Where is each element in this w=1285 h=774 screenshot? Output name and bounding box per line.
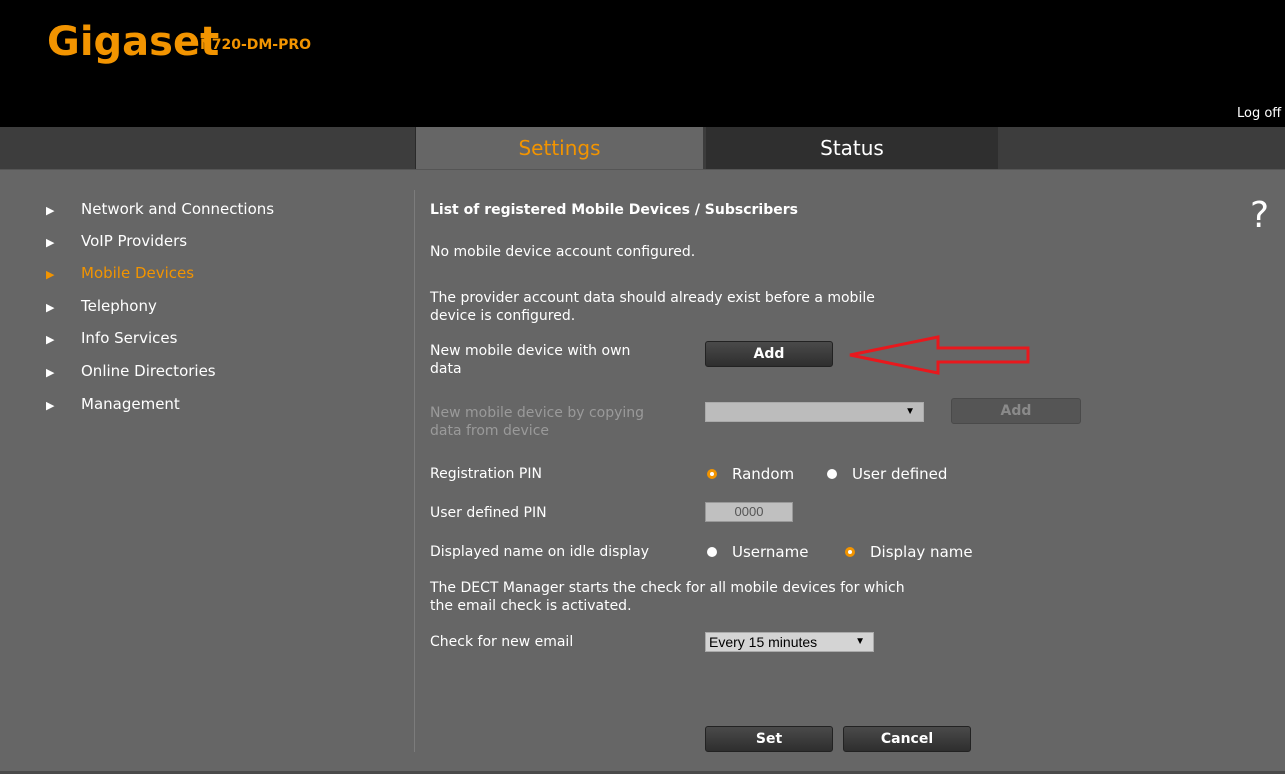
tab-settings[interactable]: Settings	[416, 127, 703, 169]
radio-display-name[interactable]	[845, 547, 855, 557]
email-check-label: Check for new email	[430, 634, 574, 650]
provider-note-line2: device is configured.	[430, 308, 576, 324]
radio-random-label[interactable]: Random	[732, 465, 794, 483]
sidebar-item-label: Info Services	[81, 329, 178, 347]
logoff-link[interactable]: Log off	[1237, 106, 1281, 121]
add-own-button[interactable]: Add	[705, 341, 833, 367]
sidebar-item-label: Network and Connections	[81, 200, 275, 218]
brand-logo: Gigaset	[47, 19, 220, 65]
sidebar-item-label: Online Directories	[81, 362, 216, 380]
tab-bar-spacer-left	[0, 127, 416, 169]
email-note-line2: the email check is activated.	[430, 598, 632, 614]
sidebar-item-management[interactable]: ▶ Management	[46, 395, 180, 413]
tab-bar: Settings Status	[0, 127, 1285, 170]
sidebar-item-label: Mobile Devices	[81, 264, 195, 282]
triangle-right-icon: ▶	[46, 268, 55, 281]
email-note-line1: The DECT Manager starts the check for al…	[430, 580, 905, 596]
triangle-right-icon: ▶	[46, 399, 55, 412]
dropdown-caret-icon: ▼	[855, 636, 865, 647]
no-device-message: No mobile device account configured.	[430, 244, 696, 260]
sidebar-item-label: Telephony	[81, 297, 157, 315]
set-button[interactable]: Set	[705, 726, 833, 752]
sidebar-item-telephony[interactable]: ▶ Telephony	[46, 297, 157, 315]
page-title: List of registered Mobile Devices / Subs…	[430, 202, 798, 218]
registration-pin-label: Registration PIN	[430, 466, 542, 482]
provider-note-line1: The provider account data should already…	[430, 290, 875, 306]
sidebar-item-voip-providers[interactable]: ▶ VoIP Providers	[46, 232, 187, 250]
radio-user-defined[interactable]	[827, 469, 837, 479]
new-own-label-line1: New mobile device with own	[430, 343, 631, 359]
cancel-button[interactable]: Cancel	[843, 726, 971, 752]
triangle-right-icon: ▶	[46, 301, 55, 314]
idle-display-label: Displayed name on idle display	[430, 544, 650, 560]
model-name: N720-DM-PRO	[200, 37, 312, 53]
header-bar: Gigaset N720-DM-PRO Log off	[0, 0, 1285, 127]
dropdown-caret-icon: ▼	[905, 406, 915, 417]
tab-bar-spacer-right	[1000, 127, 1285, 169]
copy-source-select[interactable]: ▼	[705, 402, 924, 422]
tab-status[interactable]: Status	[706, 127, 998, 169]
radio-display-name-label[interactable]: Display name	[870, 543, 973, 561]
red-arrow-annotation	[849, 335, 1030, 375]
sidebar-item-info-services[interactable]: ▶ Info Services	[46, 329, 177, 347]
radio-random[interactable]	[707, 469, 717, 479]
copy-label-line2: data from device	[430, 423, 549, 439]
email-interval-select[interactable]: Every 15 minutes ▼	[705, 632, 874, 652]
new-own-label-line2: data	[430, 361, 462, 377]
help-icon[interactable]: ?	[1250, 195, 1269, 236]
sidebar-item-mobile-devices[interactable]: ▶ Mobile Devices	[46, 264, 194, 282]
sidebar-item-label: VoIP Providers	[81, 232, 188, 250]
triangle-right-icon: ▶	[46, 366, 55, 379]
radio-username[interactable]	[707, 547, 717, 557]
radio-username-label[interactable]: Username	[732, 543, 808, 561]
add-copy-button[interactable]: Add	[951, 398, 1081, 424]
triangle-right-icon: ▶	[46, 236, 55, 249]
arrow-shape	[849, 335, 1030, 375]
email-interval-value: Every 15 minutes	[709, 634, 818, 650]
sidebar-item-label: Management	[81, 395, 180, 413]
user-pin-label: User defined PIN	[430, 505, 547, 521]
user-pin-field[interactable]: 0000	[705, 502, 793, 522]
copy-label-line1: New mobile device by copying	[430, 405, 645, 421]
sidebar-item-network-and-connections[interactable]: ▶ Network and Connections	[46, 200, 274, 218]
triangle-right-icon: ▶	[46, 204, 55, 217]
sidebar-item-online-directories[interactable]: ▶ Online Directories	[46, 362, 216, 380]
sidebar-divider	[414, 190, 415, 752]
triangle-right-icon: ▶	[46, 333, 55, 346]
radio-user-defined-label[interactable]: User defined	[852, 465, 947, 483]
